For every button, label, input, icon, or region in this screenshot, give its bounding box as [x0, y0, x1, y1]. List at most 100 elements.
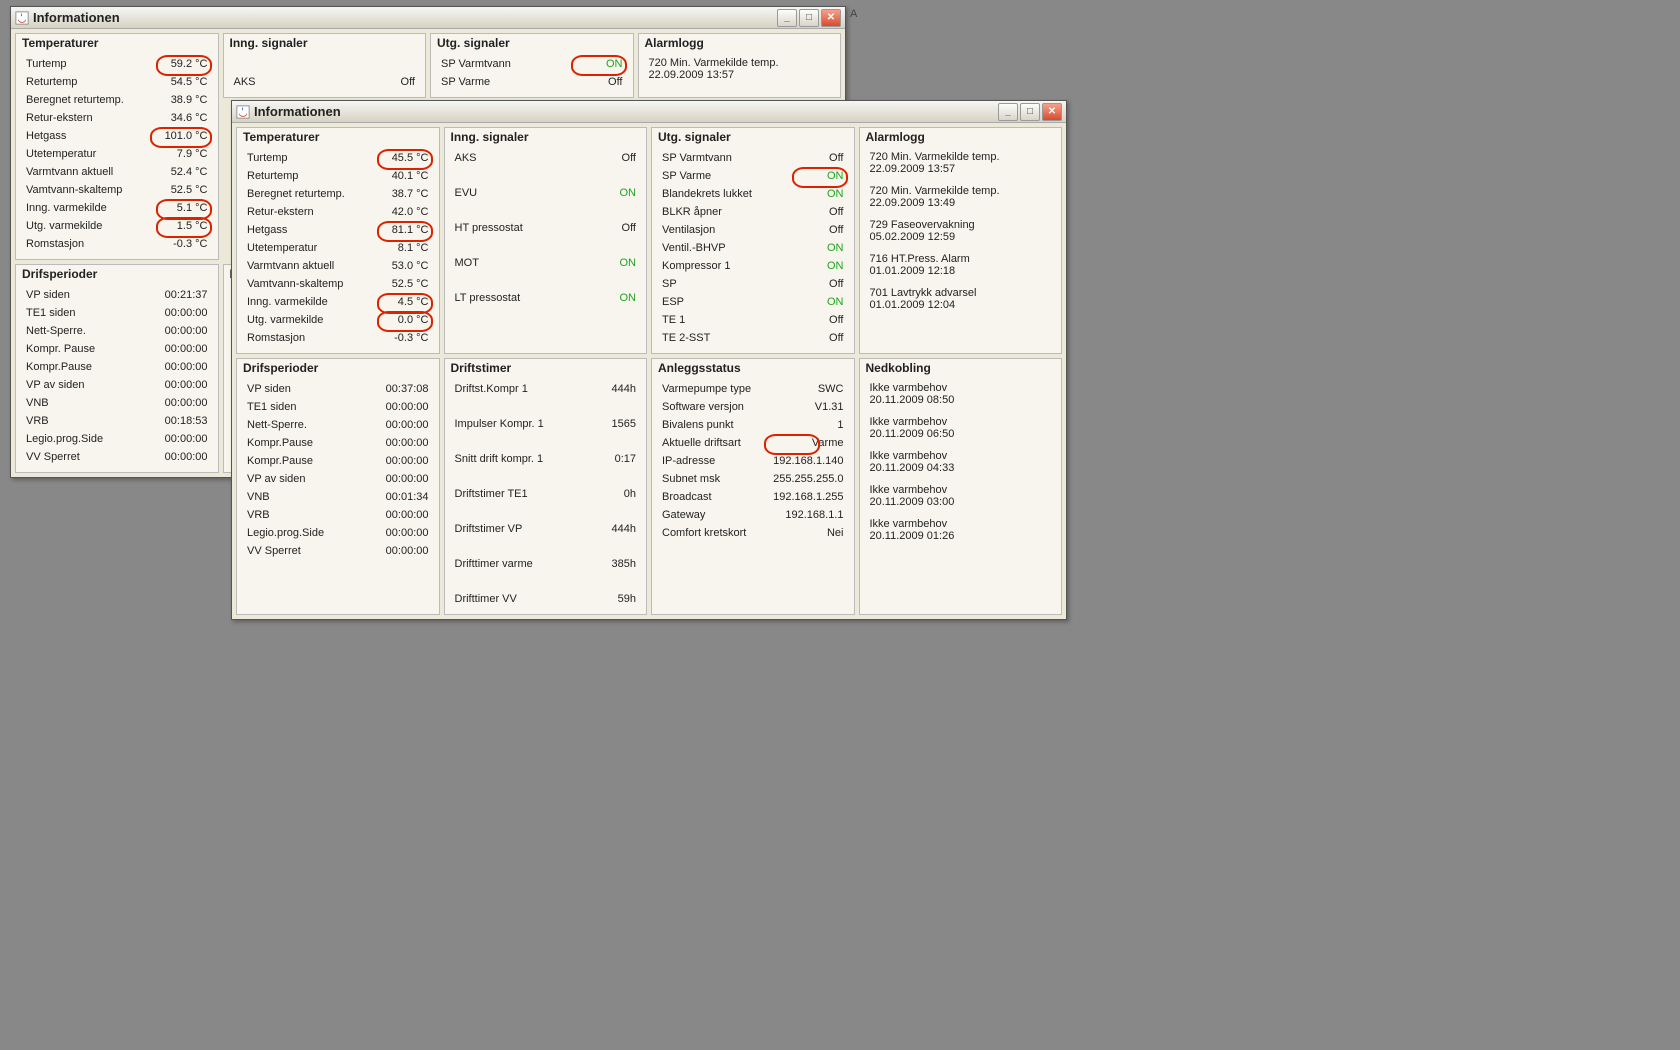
- label: Varmtvann aktuell: [247, 260, 369, 272]
- alarm-text: 729 Faseovervakning: [870, 219, 1052, 231]
- alarm-text: 701 Lavtrykk advarsel: [870, 287, 1052, 299]
- label: Returtemp: [26, 76, 148, 88]
- value: 444h: [576, 523, 636, 535]
- label: Kompressor 1: [662, 260, 784, 272]
- label: AKS: [234, 76, 356, 88]
- row: Varmepumpe typeSWC: [656, 380, 850, 398]
- label: VP av siden: [26, 379, 148, 391]
- row: MOTON: [449, 254, 643, 289]
- label: Inng. varmekilde: [26, 202, 148, 214]
- label: Kompr.Pause: [247, 437, 369, 449]
- value: ON: [784, 296, 844, 308]
- label: Beregnet returtemp.: [247, 188, 369, 200]
- value: 00:00:00: [369, 473, 429, 485]
- close-button-1[interactable]: ✕: [821, 9, 841, 27]
- java-icon: [236, 105, 250, 119]
- label: Impulser Kompr. 1: [455, 418, 577, 430]
- label: HT pressostat: [455, 222, 577, 234]
- label: SP Varme: [441, 76, 563, 88]
- row: Driftstimer VP444h: [449, 520, 643, 555]
- label: Nett-Sperre.: [26, 325, 148, 337]
- row: VentilasjonOff: [656, 221, 850, 239]
- value: 38.7 °C: [369, 188, 429, 200]
- close-button-2[interactable]: ✕: [1042, 103, 1062, 121]
- row: SP VarmeOff: [435, 73, 629, 91]
- row: Utetemperatur7.9 °C: [20, 145, 214, 163]
- minimize-button-1[interactable]: _: [777, 9, 797, 27]
- value: 59.2 °C: [148, 58, 208, 70]
- minimize-button-2[interactable]: _: [998, 103, 1018, 121]
- value: 00:00:00: [148, 433, 208, 445]
- row: Ventil.-BHVPON: [656, 239, 850, 257]
- alarm-date: 01.01.2009 12:04: [870, 299, 1052, 311]
- row: SP VarmeON: [656, 167, 850, 185]
- label: SP Varmtvann: [662, 152, 784, 164]
- row: Returtemp54.5 °C: [20, 73, 214, 91]
- label: Driftstimer VP: [455, 523, 577, 535]
- value: 53.0 °C: [369, 260, 429, 272]
- row: TE1 siden00:00:00: [241, 398, 435, 416]
- value: 00:00:00: [148, 307, 208, 319]
- label: Legio.prog.Side: [26, 433, 148, 445]
- row: Kompr.Pause00:00:00: [20, 358, 214, 376]
- titlebar-2[interactable]: Informationen _ □ ✕: [232, 101, 1066, 123]
- value: 00:00:00: [148, 397, 208, 409]
- label: VRB: [26, 415, 148, 427]
- value: 00:00:00: [148, 379, 208, 391]
- row: IP-adresse192.168.1.140: [656, 452, 850, 470]
- label: IP-adresse: [662, 455, 763, 467]
- label: Aktuelle driftsart: [662, 437, 802, 449]
- panel-utg-1: Utg. signaler SP VarmtvannON SP VarmeOff: [430, 33, 634, 98]
- maximize-button-2[interactable]: □: [1020, 103, 1040, 121]
- value: 40.1 °C: [369, 170, 429, 182]
- row: Legio.prog.Side00:00:00: [241, 524, 435, 542]
- panel-alarm-1: Alarmlogg 720 Min. Varmekilde temp. 22.0…: [638, 33, 842, 98]
- value: 0.0 °C: [369, 314, 429, 326]
- label: SP Varme: [662, 170, 784, 182]
- row: VP siden00:21:37: [20, 286, 214, 304]
- row: VNB00:01:34: [241, 488, 435, 506]
- row: Nett-Sperre.00:00:00: [241, 416, 435, 434]
- label: Romstasjon: [247, 332, 369, 344]
- alarm-date: 01.01.2009 12:18: [870, 265, 1052, 277]
- row: Utg. varmekilde0.0 °C: [241, 311, 435, 329]
- label: SP Varmtvann: [441, 58, 563, 70]
- label: Nett-Sperre.: [247, 419, 369, 431]
- label: Inng. varmekilde: [247, 296, 369, 308]
- alarm-entry: 716 HT.Press. Alarm 01.01.2009 12:18: [864, 251, 1058, 285]
- label: TE1 siden: [26, 307, 148, 319]
- maximize-button-1[interactable]: □: [799, 9, 819, 27]
- label: Bivalens punkt: [662, 419, 827, 431]
- value: 1565: [576, 418, 636, 430]
- row: Drifttimer VV59h: [449, 590, 643, 608]
- label: Kompr. Pause: [26, 343, 148, 355]
- label: Subnet msk: [662, 473, 763, 485]
- panel-title: Anleggsstatus: [652, 359, 854, 378]
- panel-drifs-2: Drifsperioder VP siden00:37:08 TE1 siden…: [236, 358, 440, 615]
- label: Gateway: [662, 509, 775, 521]
- row: Broadcast192.168.1.255: [656, 488, 850, 506]
- panel-drifs-1: Drifsperioder VP siden00:21:37 TE1 siden…: [15, 264, 219, 473]
- row: TE1 siden00:00:00: [20, 304, 214, 322]
- row: Inng. varmekilde4.5 °C: [241, 293, 435, 311]
- row: Driftst.Kompr 1444h: [449, 380, 643, 415]
- row: Vamtvann-skaltemp52.5 °C: [20, 181, 214, 199]
- value: 00:00:00: [369, 419, 429, 431]
- value: 00:00:00: [148, 343, 208, 355]
- titlebar-1[interactable]: Informationen _ □ ✕: [11, 7, 845, 29]
- label: Legio.prog.Side: [247, 527, 369, 539]
- row: VRB00:00:00: [241, 506, 435, 524]
- value: 34.6 °C: [148, 112, 208, 124]
- value: 00:00:00: [148, 361, 208, 373]
- alarm-date: 20.11.2009 01:26: [870, 530, 1052, 542]
- row: TE 2-SSTOff: [656, 329, 850, 347]
- label: LT pressostat: [455, 292, 577, 304]
- label: Snitt drift kompr. 1: [455, 453, 577, 465]
- row: AKSOff: [228, 73, 422, 91]
- value: 444h: [576, 383, 636, 395]
- value: Off: [784, 278, 844, 290]
- label: ESP: [662, 296, 784, 308]
- label: VNB: [26, 397, 148, 409]
- label: VRB: [247, 509, 369, 521]
- alarm-entry: Ikke varmbehov 20.11.2009 08:50: [864, 380, 1058, 414]
